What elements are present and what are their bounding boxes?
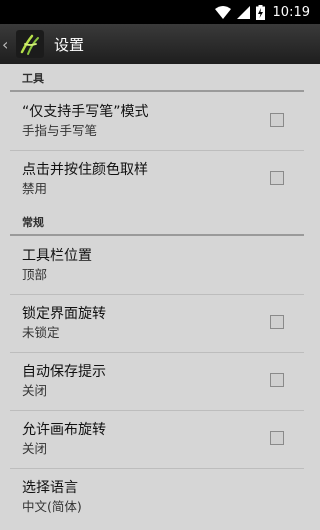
page-title: 设置 [54, 35, 85, 54]
pref-canvas-rotation[interactable]: 允许画布旋转 关闭 [0, 410, 320, 468]
pref-press-hold-color-pick[interactable]: 点击并按住颜色取样 禁用 [0, 150, 320, 208]
pref-summary: 中文(简体) [22, 498, 82, 514]
action-bar: ‹ 设置 [0, 24, 320, 64]
color-pick-checkbox[interactable] [270, 171, 284, 185]
battery-charging-icon [255, 4, 265, 20]
pref-title: 选择语言 [22, 479, 78, 496]
canvas-rotation-checkbox[interactable] [270, 431, 284, 445]
section-header-tools: 工具 [0, 64, 320, 92]
wifi-icon [214, 5, 231, 19]
pref-autosave-prompt[interactable]: 自动保存提示 关闭 [0, 352, 320, 410]
signal-icon [236, 5, 250, 19]
pref-title: 工具栏位置 [22, 247, 92, 264]
pref-language[interactable]: 选择语言 中文(简体) [0, 468, 320, 526]
pref-toolbar-position[interactable]: 工具栏位置 顶部 [0, 236, 320, 294]
pref-summary: 顶部 [22, 266, 48, 282]
autosave-checkbox[interactable] [270, 373, 284, 387]
chevron-left-icon[interactable]: ‹ [2, 35, 12, 54]
clock-time: 10:19 [272, 4, 310, 20]
status-bar: 10:19 [0, 0, 320, 24]
pref-stylus-only-mode[interactable]: “仅支持手写笔”模式 手指与手写笔 [0, 92, 320, 150]
pref-lock-rotation[interactable]: 锁定界面旋转 未锁定 [0, 294, 320, 352]
stylus-only-checkbox[interactable] [270, 113, 284, 127]
app-logo-icon[interactable] [16, 30, 44, 58]
section-header-general: 常规 [0, 208, 320, 236]
settings-list: 工具 “仅支持手写笔”模式 手指与手写笔 点击并按住颜色取样 禁用 常规 工具栏… [0, 64, 320, 526]
lock-rotation-checkbox[interactable] [270, 315, 284, 329]
